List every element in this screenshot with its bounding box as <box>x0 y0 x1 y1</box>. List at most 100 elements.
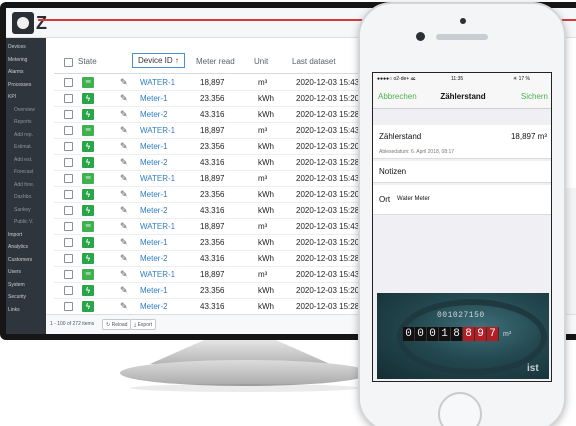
device-id-link[interactable]: Meter-2 <box>140 158 168 167</box>
row-checkbox[interactable] <box>64 190 73 199</box>
sidebar-item[interactable]: Analytics <box>8 244 28 250</box>
sidebar-item[interactable]: System <box>8 282 25 288</box>
edit-icon[interactable]: ✎ <box>120 125 128 136</box>
select-all-checkbox[interactable] <box>64 58 73 67</box>
row-checkbox[interactable] <box>64 78 73 87</box>
edit-icon[interactable]: ✎ <box>120 285 128 296</box>
sidebar-item[interactable]: Forecast <box>14 169 33 175</box>
device-id-link[interactable]: Meter-1 <box>140 94 168 103</box>
table-row[interactable]: ϟ ✎ Meter-2 43.316 kWh 2020-12-03 15:28:06 <box>54 299 384 315</box>
header-device-id[interactable]: Device ID ↑ <box>132 53 185 68</box>
reload-button[interactable]: ↻ Reload <box>102 319 132 330</box>
table-row[interactable]: ϟ ✎ Meter-1 23.356 kWh 2020-12-03 15:20:07 <box>54 139 384 155</box>
device-id-link[interactable]: Meter-1 <box>140 286 168 295</box>
row-checkbox[interactable] <box>64 158 73 167</box>
edit-icon[interactable]: ✎ <box>120 77 128 88</box>
edit-icon[interactable]: ✎ <box>120 221 128 232</box>
edit-icon[interactable]: ✎ <box>120 269 128 280</box>
table-row[interactable]: ≡≡ ✎ WATER-1 18,897 m³ 2020-12-03 15:43:07 <box>54 171 384 187</box>
header-last-dataset[interactable]: Last dataset <box>292 57 336 66</box>
sidebar-item[interactable]: Devices <box>8 44 26 50</box>
table-row[interactable]: ϟ ✎ Meter-2 43.316 kWh 2020-12-03 15:28:06 <box>54 251 384 267</box>
row-checkbox[interactable] <box>64 142 73 151</box>
sidebar-item[interactable]: Add fore. <box>14 182 34 188</box>
sidebar-item[interactable]: Reports <box>14 119 32 125</box>
device-id-link[interactable]: Meter-2 <box>140 302 168 311</box>
meter-read-cell: 18,897 <box>200 78 225 87</box>
row-checkbox[interactable] <box>64 254 73 263</box>
front-camera-icon <box>416 32 425 41</box>
table-row[interactable]: ϟ ✎ Meter-1 23.356 kWh 2020-12-03 15:20:07 <box>54 283 384 299</box>
row-checkbox[interactable] <box>64 174 73 183</box>
table-row[interactable]: ϟ ✎ Meter-1 23.356 kWh 2020-12-03 15:20:07 <box>54 187 384 203</box>
sidebar-item[interactable]: Import <box>8 232 22 238</box>
edit-icon[interactable]: ✎ <box>120 109 128 120</box>
edit-icon[interactable]: ✎ <box>120 93 128 104</box>
table-row[interactable]: ϟ ✎ Meter-1 23.356 kWh 2020-12-03 15:20:07 <box>54 235 384 251</box>
row-checkbox[interactable] <box>64 222 73 231</box>
device-id-link[interactable]: Meter-1 <box>140 190 168 199</box>
edit-icon[interactable]: ✎ <box>120 141 128 152</box>
header-meter-read[interactable]: Meter read <box>196 57 235 66</box>
edit-icon[interactable]: ✎ <box>120 189 128 200</box>
sidebar-item[interactable]: Add rep. <box>14 132 33 138</box>
sidebar-item[interactable]: Processes <box>8 82 31 88</box>
notes-cell[interactable]: Notizen <box>373 161 551 183</box>
location-cell[interactable]: Ort Water Meter <box>373 185 551 215</box>
row-checkbox[interactable] <box>64 94 73 103</box>
edit-icon[interactable]: ✎ <box>120 205 128 216</box>
sidebar-item[interactable]: Overview <box>14 107 35 113</box>
table-row[interactable]: ≡≡ ✎ WATER-1 18,897 m³ 2020-12-03 15:43:07 <box>54 267 384 283</box>
sidebar-item[interactable]: Customers <box>8 257 32 263</box>
device-id-link[interactable]: Meter-1 <box>140 142 168 151</box>
row-checkbox[interactable] <box>64 110 73 119</box>
table-row[interactable]: ≡≡ ✎ WATER-1 18,897 m³ 2020-12-03 15:43:07 <box>54 75 384 91</box>
sidebar-item[interactable]: Users <box>8 269 21 275</box>
table-row[interactable]: ≡≡ ✎ WATER-1 18,897 m³ 2020-12-03 15:43:07 <box>54 123 384 139</box>
row-checkbox[interactable] <box>64 270 73 279</box>
edit-icon[interactable]: ✎ <box>120 173 128 184</box>
sidebar-item[interactable]: KPI <box>8 94 16 100</box>
home-button[interactable] <box>438 392 482 426</box>
row-checkbox[interactable] <box>64 286 73 295</box>
table-row[interactable]: ϟ ✎ Meter-2 43.316 kWh 2020-12-03 15:28:06 <box>54 107 384 123</box>
sidebar-item[interactable]: Add est. <box>14 157 32 163</box>
device-id-link[interactable]: Meter-2 <box>140 206 168 215</box>
row-checkbox[interactable] <box>64 238 73 247</box>
header-state[interactable]: State <box>78 57 97 66</box>
row-checkbox[interactable] <box>64 126 73 135</box>
sidebar-item[interactable]: Estimat. <box>14 144 32 150</box>
reading-cell[interactable]: Zählerstand 18,897 m³ Ablesedatum: 6. Ap… <box>373 125 551 159</box>
table-row[interactable]: ϟ ✎ Meter-2 43.316 kWh 2020-12-03 15:28:06 <box>54 203 384 219</box>
device-id-link[interactable]: Meter-1 <box>140 238 168 247</box>
device-id-link[interactable]: WATER-1 <box>140 126 175 135</box>
sidebar-item[interactable]: Sankey <box>14 207 31 213</box>
export-button[interactable]: ⤓ Export <box>130 319 157 330</box>
edit-icon[interactable]: ✎ <box>120 157 128 168</box>
device-id-link[interactable]: WATER-1 <box>140 78 175 87</box>
table-row[interactable]: ϟ ✎ Meter-1 23.356 kWh 2020-12-03 15:20:07 <box>54 91 384 107</box>
sidebar-item[interactable]: Metering <box>8 57 27 63</box>
meter-read-cell: 23.356 <box>200 142 225 151</box>
edit-icon[interactable]: ✎ <box>120 301 128 312</box>
row-checkbox[interactable] <box>64 206 73 215</box>
sidebar-item[interactable]: Links <box>8 307 20 313</box>
table-row[interactable]: ϟ ✎ Meter-2 43.316 kWh 2020-12-03 15:28:06 <box>54 155 384 171</box>
device-id-link[interactable]: WATER-1 <box>140 174 175 183</box>
table-row[interactable]: ≡≡ ✎ WATER-1 18,897 m³ 2020-12-03 15:43:07 <box>54 219 384 235</box>
header-unit[interactable]: Unit <box>254 57 268 66</box>
save-button[interactable]: Sichern <box>521 92 548 101</box>
device-id-link[interactable]: WATER-1 <box>140 222 175 231</box>
sidebar-item[interactable]: Public V. <box>14 219 33 225</box>
row-checkbox[interactable] <box>64 302 73 311</box>
device-id-link[interactable]: Meter-2 <box>140 254 168 263</box>
sidebar-item[interactable]: Alarms <box>8 69 24 75</box>
meter-photo[interactable]: 001027150 00018897 m³ ist <box>377 293 549 379</box>
device-id-link[interactable]: WATER-1 <box>140 270 175 279</box>
sidebar-item[interactable]: Dashbo. <box>14 194 33 200</box>
device-id-link[interactable]: Meter-2 <box>140 110 168 119</box>
monitor-stand-base <box>120 360 370 386</box>
edit-icon[interactable]: ✎ <box>120 253 128 264</box>
edit-icon[interactable]: ✎ <box>120 237 128 248</box>
sidebar-item[interactable]: Security <box>8 294 26 300</box>
